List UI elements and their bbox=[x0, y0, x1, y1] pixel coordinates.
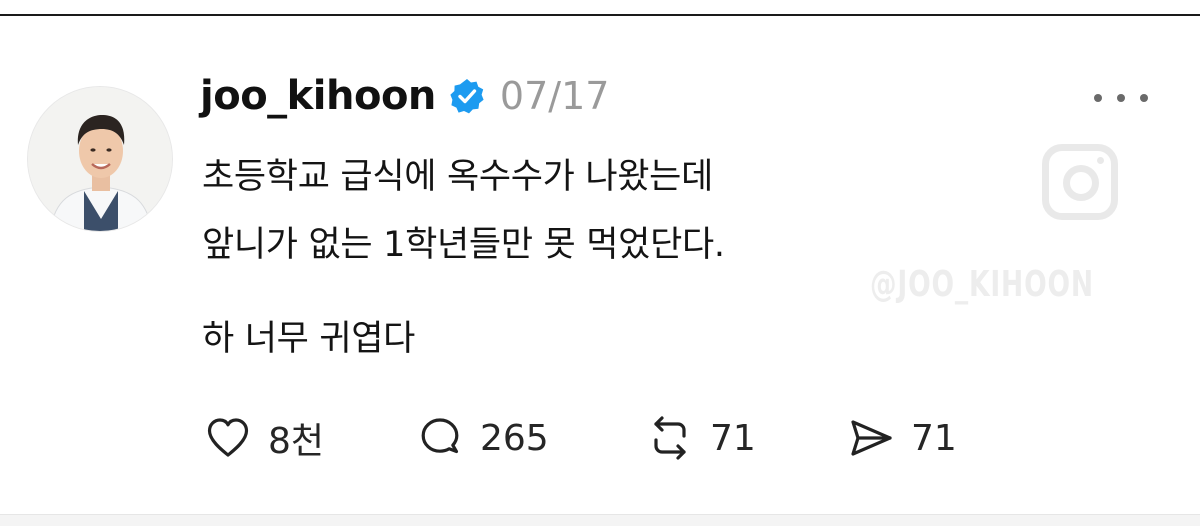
top-divider bbox=[0, 0, 1200, 16]
avatar-image bbox=[28, 87, 172, 231]
avatar[interactable] bbox=[27, 86, 173, 232]
post-date: 07/17 bbox=[499, 74, 610, 118]
more-dot bbox=[1140, 94, 1148, 102]
verified-badge-icon bbox=[448, 77, 486, 115]
instagram-logo-icon bbox=[1042, 144, 1118, 220]
more-dots-icon[interactable] bbox=[1094, 88, 1148, 108]
paper-plane-icon bbox=[847, 414, 895, 462]
post-text-line: 앞니가 없는 1학년들만 못 먹었단다. bbox=[202, 225, 725, 265]
action-bar: 8천 265 71 71 bbox=[200, 413, 1000, 463]
post-text-line: 초등학교 급식에 옥수수가 나왔는데 bbox=[202, 157, 713, 197]
repost-button[interactable]: 71 bbox=[646, 413, 756, 463]
repost-arrows-icon bbox=[646, 414, 694, 462]
thread-post: joo_kihoon 07/17 초등학교 급식에 옥수수가 나왔는데 앞니가 … bbox=[0, 18, 1200, 514]
like-button[interactable]: 8천 bbox=[204, 413, 324, 463]
bottom-divider bbox=[0, 514, 1200, 526]
repost-count: 71 bbox=[710, 417, 756, 459]
username[interactable]: joo_kihoon bbox=[200, 73, 436, 119]
share-count: 71 bbox=[911, 417, 957, 459]
watermark-text: @JOO_KIHOON bbox=[870, 264, 1094, 305]
more-dot bbox=[1094, 94, 1102, 102]
more-dot bbox=[1117, 94, 1125, 102]
comment-bubble-icon bbox=[416, 414, 464, 462]
post-text-line: 하 너무 귀엽다 bbox=[202, 319, 416, 359]
heart-icon bbox=[204, 414, 252, 462]
comment-count: 265 bbox=[480, 417, 549, 459]
like-count: 8천 bbox=[268, 421, 325, 462]
share-button[interactable]: 71 bbox=[847, 413, 957, 463]
comment-button[interactable]: 265 bbox=[416, 413, 549, 463]
post-header: joo_kihoon 07/17 bbox=[200, 70, 609, 122]
